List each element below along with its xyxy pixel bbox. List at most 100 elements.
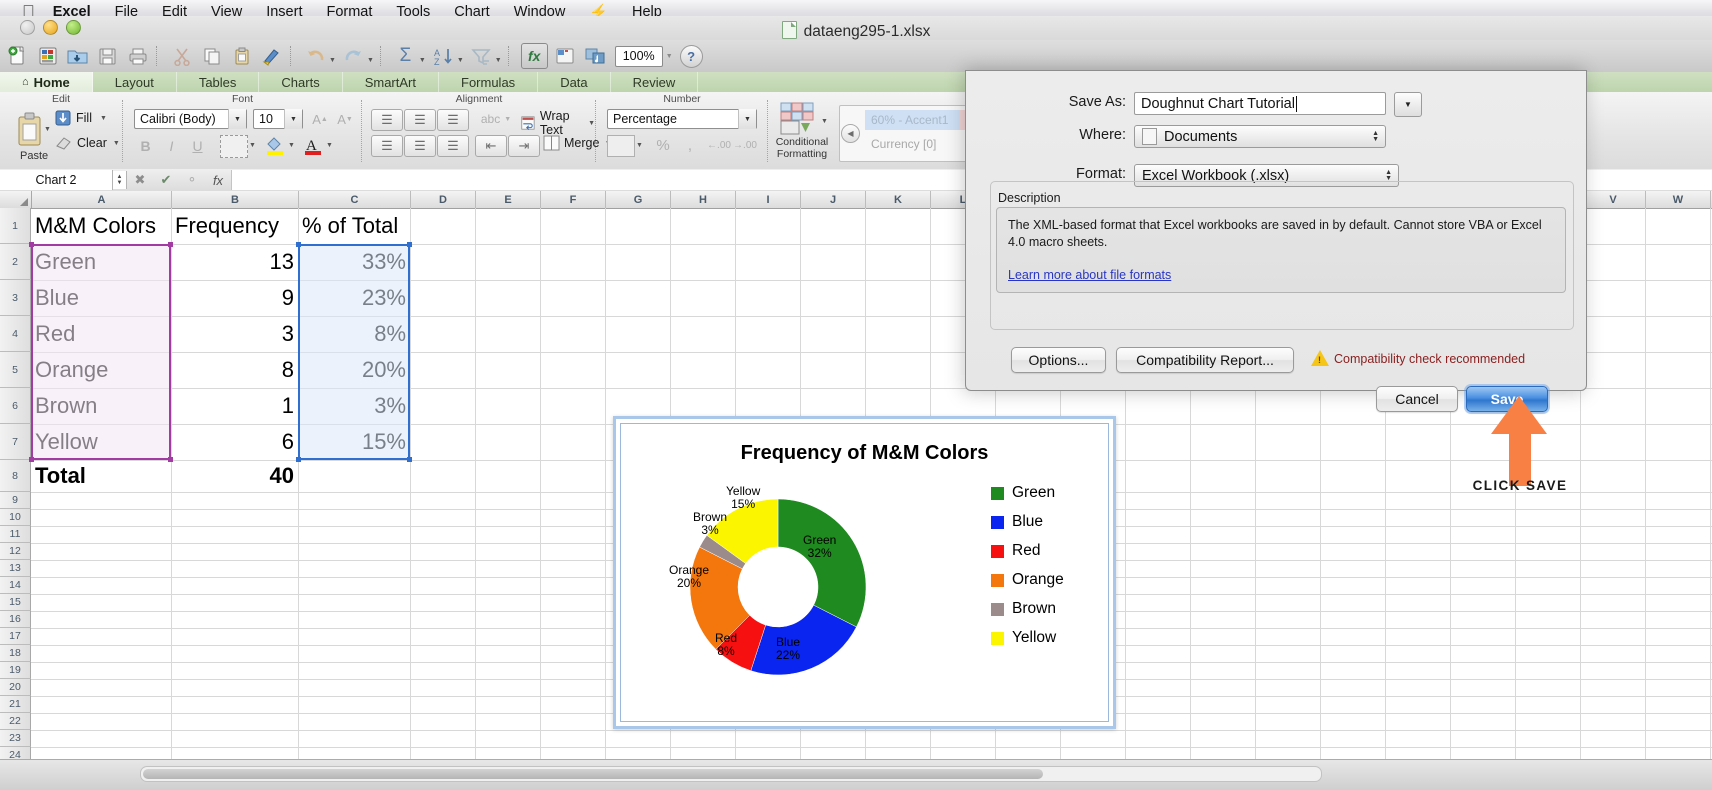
grow-font-button[interactable]: A ▲ [309,109,331,129]
undo-icon[interactable] [303,44,328,68]
options-button[interactable]: Options... [1011,347,1106,373]
row-header-13[interactable]: 13 [0,560,31,577]
expand-browser-button[interactable]: ▼ [1394,92,1422,117]
save-icon[interactable] [95,44,120,68]
media-browser-icon[interactable] [583,44,608,68]
function-icon[interactable]: fx [205,170,231,190]
column-header-A[interactable]: A [32,191,172,208]
column-header-B[interactable]: B [172,191,299,208]
legend-item-orange[interactable]: Orange [991,571,1064,589]
column-header-K[interactable]: K [866,191,931,208]
tab-tables[interactable]: Tables [177,72,260,92]
row-header-22[interactable]: 22 [0,713,31,730]
cell-B6[interactable]: 1 [171,388,298,424]
align-top-button[interactable]: ☰ [371,109,403,131]
format-stepper-icon[interactable]: ▲ ▼ [1385,169,1392,182]
tab-smartart[interactable]: SmartArt [343,72,439,92]
autosum-caret-icon[interactable]: ▼ [419,57,426,64]
number-format-select[interactable]: Percentage ▼ [607,109,757,129]
borders-caret-icon[interactable]: ▼ [249,142,256,149]
shrink-font-button[interactable]: A ▼ [334,109,356,129]
column-header-V[interactable]: V [1581,191,1646,208]
cell-B5[interactable]: 8 [171,352,298,388]
filter-caret-icon[interactable]: ▼ [495,57,502,64]
row-header-23[interactable]: 23 [0,730,31,747]
legend-item-red[interactable]: Red [991,542,1064,560]
row-header-16[interactable]: 16 [0,611,31,628]
style-currency-0[interactable]: Currency [0] [865,134,961,154]
doughnut-slice-green[interactable] [777,498,867,628]
select-all-corner[interactable] [0,191,32,208]
legend-item-green[interactable]: Green [991,484,1064,502]
cell-A8[interactable]: Total [31,460,171,492]
column-header-C[interactable]: C [299,191,411,208]
formula-builder-icon[interactable]: fx [520,43,548,69]
tab-charts[interactable]: Charts [259,72,343,92]
row-header-10[interactable]: 10 [0,509,31,526]
cancel-icon[interactable]: ✖ [127,170,153,190]
selection-handle-c-tl[interactable] [296,242,301,247]
cell-B7[interactable]: 6 [171,424,298,460]
column-header-W[interactable]: W [1646,191,1711,208]
open-template-icon[interactable] [35,44,60,68]
align-right-button[interactable]: ☰ [437,135,469,157]
tab-data[interactable]: Data [538,72,611,92]
tab-layout[interactable]: Layout [93,72,177,92]
row-header-20[interactable]: 20 [0,679,31,696]
cell-B4[interactable]: 3 [171,316,298,352]
row-header-1[interactable]: 1 [0,208,31,244]
orientation-button[interactable]: abc ▼ [475,109,517,129]
fill-button[interactable]: Fill ▼ [55,110,107,126]
row-header-14[interactable]: 14 [0,577,31,594]
conditional-caret-icon[interactable]: ▼ [821,118,828,125]
align-left-button[interactable]: ☰ [371,135,403,157]
cancel-button[interactable]: Cancel [1376,386,1458,412]
row-header-5[interactable]: 5 [0,352,31,388]
column-header-I[interactable]: I [736,191,801,208]
font-size-input[interactable]: 10 ▼ [253,109,303,129]
row-header-24[interactable]: 24 [0,747,31,759]
wrap-text-button[interactable]: Wrap Text ▼ [521,109,595,137]
cell-B3[interactable]: 9 [171,280,298,316]
horizontal-scrollbar-thumb[interactable] [143,769,1043,779]
font-color-caret-icon[interactable]: ▼ [326,142,333,149]
percent-format-button[interactable]: % [650,135,676,155]
undo-caret-icon[interactable]: ▼ [329,57,336,64]
accept-icon[interactable]: ✔ [153,170,179,190]
new-document-icon[interactable] [5,44,30,68]
column-header-E[interactable]: E [476,191,541,208]
tab-formulas[interactable]: Formulas [439,72,539,92]
help-button[interactable]: ? [679,44,703,68]
name-box[interactable]: Chart 2 [0,170,113,190]
name-box-stepper[interactable]: ▲ ▼ [113,171,127,189]
where-select[interactable]: Documents ▲ ▼ [1134,125,1386,148]
currency-format-button[interactable] [607,135,635,157]
where-stepper-icon[interactable]: ▲ ▼ [1372,130,1379,143]
increase-indent-button[interactable]: ⇥ [508,135,540,157]
selection-handle-c-br[interactable] [407,457,412,462]
clear-caret-icon[interactable]: ▼ [113,140,120,147]
row-header-11[interactable]: 11 [0,526,31,543]
tab-review[interactable]: Review [611,72,699,92]
column-header-G[interactable]: G [606,191,671,208]
copy-icon[interactable] [199,44,224,68]
row-header-15[interactable]: 15 [0,594,31,611]
align-bottom-button[interactable]: ☰ [437,109,469,131]
sort-caret-icon[interactable]: ▼ [457,57,464,64]
legend-item-brown[interactable]: Brown [991,600,1064,618]
format-painter-icon[interactable] [259,44,284,68]
conditional-formatting-icon[interactable] [779,102,817,139]
italic-button[interactable]: I [160,135,183,156]
clear-button[interactable]: Clear ▼ [55,136,120,150]
selection-handle-c-tr[interactable] [407,242,412,247]
column-header-F[interactable]: F [541,191,606,208]
toolbox-icon[interactable] [553,44,578,68]
filter-icon[interactable] [469,44,494,68]
autosum-icon[interactable]: Σ [393,44,418,68]
zoom-caret-icon[interactable]: ▼ [666,53,673,60]
selection-handle-bl[interactable] [29,457,34,462]
print-icon[interactable] [125,44,150,68]
column-header-D[interactable]: D [411,191,476,208]
row-header-12[interactable]: 12 [0,543,31,560]
row-header-6[interactable]: 6 [0,388,31,424]
